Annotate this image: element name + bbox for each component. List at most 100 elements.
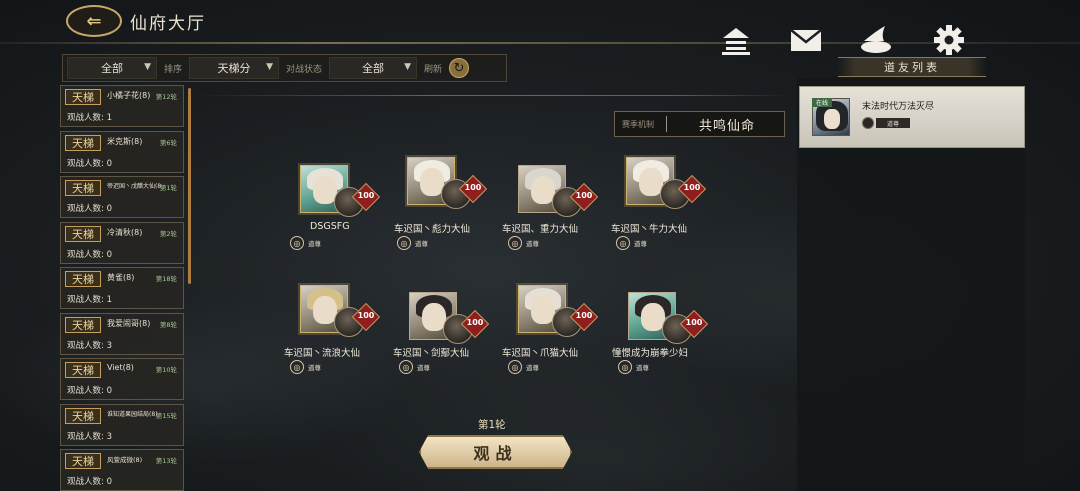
ladder-tag: 天梯 — [65, 316, 101, 333]
level-text: 100 — [685, 318, 703, 327]
room-round: 第8轮 — [159, 320, 177, 329]
watch-count: 观战人数: 1 — [67, 295, 112, 305]
friend-item[interactable]: 在线 末法时代万法灭尽 道尊 — [799, 86, 1025, 148]
ladder-tag: 天梯 — [65, 89, 101, 105]
filter-bar: 全部 ▼ 排序 天梯分 ▼ 对战状态 全部 ▼ 刷新 ↻ — [62, 54, 507, 82]
ladder-tag: 天梯 — [65, 362, 101, 378]
player-name: 车迟国丶牛力大仙 — [611, 224, 688, 235]
rank-badge: ◎ 道尊 — [616, 236, 676, 250]
player-card[interactable]: 100 车迟国丶爪猫大仙 ◎ 道尊 — [502, 285, 618, 385]
friends-title: 道友列表 — [838, 57, 986, 77]
mail-button[interactable] — [787, 22, 825, 58]
ladder-tag: 天梯 — [65, 180, 101, 196]
hat-icon — [861, 26, 891, 53]
top-divider — [0, 42, 1080, 44]
refresh-icon[interactable]: ↻ — [449, 58, 470, 78]
spectate-button[interactable]: 观战 — [419, 435, 572, 469]
friend-rank: 道尊 — [876, 118, 910, 128]
mode-select[interactable]: 全部 ▼ — [67, 57, 157, 79]
sort-label: 排序 — [164, 64, 183, 75]
player-card[interactable]: 100 车迟国丶彪力大仙 ◎ 道尊 — [394, 157, 507, 257]
settings-button[interactable] — [930, 22, 968, 58]
sort-select[interactable]: 天梯分 ▼ — [189, 57, 280, 79]
room-list-scrollbar[interactable] — [188, 88, 191, 284]
player-card[interactable]: 100 车迟国丶流浪大仙 ◎ 道尊 — [284, 285, 400, 385]
room-round: 第1轮 — [159, 184, 177, 192]
room-name: 风萱成微(8) — [107, 456, 143, 464]
room-round: 第12轮 — [155, 93, 177, 101]
rank-icon: ◎ — [508, 360, 522, 374]
room-name: 黄雀(8) — [107, 273, 135, 282]
level-text: 100 — [575, 311, 593, 320]
ladder-tag: 天梯 — [65, 225, 101, 242]
room-item[interactable]: 天梯 冷清秋(8) 第2轮 观战人数: 0 — [60, 221, 184, 264]
friend-name: 末法时代万法灭尽 — [862, 102, 935, 112]
rank-icon: ◎ — [399, 360, 413, 374]
room-item[interactable]: 天梯 帝迟国丶戊醋大仙(8) 第1轮 观战人数: 0 — [60, 176, 184, 218]
chevron-down-icon: ▼ — [144, 62, 151, 72]
season-label: 赛季机制 — [622, 119, 654, 129]
home-button[interactable] — [717, 22, 755, 58]
mail-icon — [790, 29, 822, 51]
room-name: 我爱闹哥(8) — [107, 318, 151, 328]
top-bar: ⇐ 仙府大厅 — [0, 0, 1080, 48]
ladder-tag: 天梯 — [65, 407, 101, 424]
rank-label: 道尊 — [636, 364, 649, 372]
player-card[interactable]: 100 车迟国、重力大仙 ◎ 道尊 — [502, 165, 618, 265]
room-item[interactable]: 天梯 Viet(8) 第10轮 观战人数: 0 — [60, 358, 184, 400]
rank-icon: ◎ — [290, 360, 304, 374]
rank-icon: ◎ — [508, 236, 522, 250]
room-round: 第6轮 — [159, 138, 177, 147]
room-name: 冷清秋(8) — [107, 227, 143, 237]
rank-icon: ◎ — [397, 236, 411, 250]
player-card[interactable]: 100 憧憬成为崩拳少妇 ◎ 道尊 — [612, 292, 728, 392]
rank-badge: ◎ 道尊 — [290, 236, 350, 250]
chevron-down-icon: ▼ — [266, 62, 274, 72]
room-item[interactable]: 天梯 黄雀(8) 第18轮 观战人数: 1 — [60, 267, 184, 309]
refresh-label: 刷新 — [424, 64, 443, 75]
room-item[interactable]: 天梯 小橘子花(8) 第12轮 观战人数: 1 — [60, 85, 184, 127]
status-select[interactable]: 全部 ▼ — [329, 57, 418, 79]
watch-count: 观战人数: 1 — [67, 113, 112, 123]
season-value: 共鸣仙命 — [699, 118, 756, 134]
room-item[interactable]: 天梯 风萱成微(8) 第13轮 观战人数: 0 — [60, 449, 184, 491]
watch-count: 观战人数: 3 — [67, 431, 112, 442]
rank-badge: ◎ 道尊 — [618, 360, 678, 374]
sect-button[interactable] — [857, 22, 895, 58]
rank-icon: ◎ — [290, 236, 304, 250]
rank-icon: ◎ — [616, 236, 630, 250]
current-round-label: 第1轮 — [478, 419, 506, 431]
level-text: 100 — [464, 183, 482, 192]
room-round: 第13轮 — [155, 457, 177, 465]
back-button[interactable]: ⇐ — [66, 5, 122, 37]
rank-label: 道尊 — [634, 240, 647, 248]
watch-count: 观战人数: 0 — [67, 158, 112, 169]
chevron-down-icon: ▼ — [404, 62, 412, 72]
player-card[interactable]: 100 DSGSFG ◎ 道尊 — [290, 165, 400, 265]
sort-select-value: 天梯分 — [217, 62, 251, 75]
ladder-tag: 天梯 — [65, 134, 101, 151]
player-card[interactable]: 100 车迟国丶剑鄢大仙 ◎ 道尊 — [393, 292, 509, 392]
rank-label: 道尊 — [308, 240, 321, 248]
season-mechanic-box: 赛季机制 共鸣仙命 — [614, 111, 785, 137]
back-arrow-icon: ⇐ — [86, 10, 102, 32]
rank-label: 道尊 — [417, 364, 430, 372]
room-round: 第15轮 — [155, 411, 177, 420]
watch-count: 观战人数: 0 — [67, 204, 112, 214]
level-text: 100 — [357, 191, 375, 200]
watch-count: 观战人数: 0 — [67, 477, 112, 487]
watch-count: 观战人数: 0 — [67, 249, 112, 260]
room-item[interactable]: 天梯 我爱闹哥(8) 第8轮 观战人数: 3 — [60, 312, 184, 355]
room-name: 米克斯(8) — [107, 136, 143, 146]
room-item[interactable]: 天梯 谁知道果园结局(8) 第15轮 观战人数: 3 — [60, 403, 184, 446]
rank-label: 道尊 — [526, 240, 539, 248]
page-title: 仙府大厅 — [130, 14, 206, 34]
player-card[interactable]: 100 车迟国丶牛力大仙 ◎ 道尊 — [611, 157, 726, 257]
battle-status-label: 对战状态 — [286, 64, 323, 75]
room-name: 小橘子花(8) — [107, 91, 151, 100]
room-item[interactable]: 天梯 米克斯(8) 第6轮 观战人数: 0 — [60, 130, 184, 173]
watch-count: 观战人数: 3 — [67, 340, 112, 351]
level-text: 100 — [357, 311, 375, 320]
rank-badge: ◎ 道尊 — [508, 236, 568, 250]
ladder-tag: 天梯 — [65, 453, 101, 469]
